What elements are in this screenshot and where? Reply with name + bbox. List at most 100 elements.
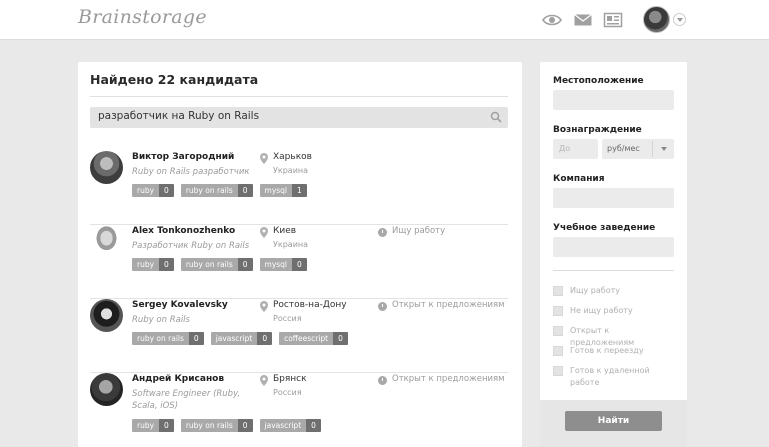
candidate-position: Software Engineer (Ruby, Scala, iOS) xyxy=(132,389,241,411)
candidate-card[interactable]: Alex Tonkonozhenko Разработчик Ruby on R… xyxy=(90,225,508,299)
checkbox[interactable] xyxy=(553,286,563,296)
candidate-city: Ростов-на-Дону xyxy=(273,300,347,310)
filter-actions: Найти xyxy=(540,400,687,447)
skill-tags: ruby on rails 0 javascript 0 coffeescript 0 xyxy=(132,332,348,345)
checkbox[interactable] xyxy=(553,306,563,316)
skill-tag[interactable]: ruby on rails 0 xyxy=(180,419,253,432)
candidate-card[interactable]: Sergey Kovalevsky Ruby on Rails Ростов-н… xyxy=(90,299,508,373)
candidate-photo[interactable] xyxy=(90,225,123,258)
skill-tag[interactable]: ruby on rails 0 xyxy=(180,258,253,271)
skill-tag-name: ruby on rails xyxy=(180,419,238,432)
skill-tag[interactable]: ruby 0 xyxy=(132,184,174,197)
skill-tag-name: ruby xyxy=(132,419,160,432)
candidate-position: Ruby on Rails xyxy=(132,315,190,325)
newspaper-icon[interactable] xyxy=(603,12,623,28)
company-input[interactable] xyxy=(553,188,674,208)
skill-tags: ruby 0 ruby on rails 0 mysql 1 xyxy=(132,184,307,197)
school-input[interactable] xyxy=(553,237,674,257)
skill-tag[interactable]: javascript 0 xyxy=(210,332,273,345)
skill-tag[interactable]: ruby 0 xyxy=(132,419,174,432)
skill-tag-name: ruby on rails xyxy=(180,258,238,271)
filters-panel: Местоположение Вознаграждение До руб/мес… xyxy=(540,62,687,447)
candidate-status: Открыт к предложениям xyxy=(392,374,505,384)
checkbox-label: Не ищу работу xyxy=(570,306,633,315)
skill-tag-name: coffeescript xyxy=(279,332,334,345)
candidate-status: Открыт к предложениям xyxy=(392,300,505,310)
search-input-value: разработчик на Ruby on Rails xyxy=(98,110,260,122)
candidate-photo[interactable] xyxy=(90,151,123,184)
location-label: Местоположение xyxy=(553,76,644,86)
skill-tag[interactable]: ruby on rails 0 xyxy=(132,332,204,345)
skill-tag-name: mysql xyxy=(259,184,293,197)
filter-checkbox-not-looking[interactable]: Не ищу работу xyxy=(553,305,670,317)
divider xyxy=(553,270,674,271)
location-input[interactable] xyxy=(553,90,674,110)
skill-tag-name: javascript xyxy=(210,332,258,345)
checkbox-label: Ищу работу xyxy=(570,286,620,295)
skill-tag-count: 0 xyxy=(237,419,253,432)
skill-tag-count: 0 xyxy=(333,332,348,345)
skill-tag[interactable]: mysql 1 xyxy=(259,184,307,197)
candidate-name[interactable]: Виктор Загородний xyxy=(132,152,234,162)
skill-tag[interactable]: coffeescript 0 xyxy=(279,332,348,345)
skill-tag-name: ruby on rails xyxy=(132,332,189,345)
skill-tag[interactable]: ruby on rails 0 xyxy=(180,184,253,197)
skill-tag-count: 0 xyxy=(159,419,174,432)
skill-tag-count: 0 xyxy=(188,332,204,345)
candidate-card[interactable]: Виктор Загородний Ruby on Rails разработ… xyxy=(90,151,508,225)
skill-tags: ruby 0 ruby on rails 0 mysql 0 xyxy=(132,258,307,271)
salary-input-placeholder: До xyxy=(559,144,571,153)
skill-tags: ruby 0 ruby on rails 0 javascript 0 xyxy=(132,419,321,432)
checkbox-label: Готов к переезду xyxy=(570,346,644,355)
checkbox[interactable] xyxy=(553,326,563,336)
candidate-photo[interactable] xyxy=(90,373,123,406)
skill-tag-count: 0 xyxy=(306,419,321,432)
clock-icon xyxy=(378,228,387,237)
filter-checkbox-relocate[interactable]: Готов к переезду xyxy=(553,345,670,357)
location-pin-icon xyxy=(260,227,268,238)
candidate-position: Ruby on Rails разработчик xyxy=(132,167,250,177)
search-input[interactable]: разработчик на Ruby on Rails xyxy=(90,107,508,128)
filter-checkbox-remote[interactable]: Готов к удаленной работе xyxy=(553,365,670,389)
candidate-city: Киев xyxy=(273,226,297,236)
location-pin-icon xyxy=(260,301,268,312)
candidate-city: Брянск xyxy=(273,374,307,384)
skill-tag-count: 0 xyxy=(159,184,174,197)
search-icon[interactable] xyxy=(490,111,502,123)
candidate-country: Украина xyxy=(273,166,309,175)
checkbox[interactable] xyxy=(553,346,563,356)
skill-tag[interactable]: javascript 0 xyxy=(259,419,321,432)
results-title: Найдено 22 кандидата xyxy=(90,72,259,87)
user-menu-dropdown-icon[interactable] xyxy=(673,13,686,26)
mail-icon[interactable] xyxy=(573,12,593,28)
skill-tag-name: ruby xyxy=(132,184,160,197)
candidate-card[interactable]: Андрей Крисанов Software Engineer (Ruby,… xyxy=(90,373,508,447)
candidate-country: Россия xyxy=(273,314,302,323)
candidate-name[interactable]: Alex Tonkonozhenko xyxy=(132,226,235,236)
location-pin-icon xyxy=(260,153,268,164)
candidate-photo[interactable] xyxy=(90,299,123,332)
select-divider xyxy=(652,141,653,157)
skill-tag-count: 0 xyxy=(257,332,273,345)
user-avatar[interactable] xyxy=(643,6,670,33)
find-button[interactable]: Найти xyxy=(565,411,662,431)
top-navbar: Brainstorage xyxy=(0,0,769,40)
candidate-name[interactable]: Андрей Крисанов xyxy=(132,374,224,384)
skill-tag-name: mysql xyxy=(259,258,293,271)
skill-tag[interactable]: ruby 0 xyxy=(132,258,174,271)
filter-checkbox-looking[interactable]: Ищу работу xyxy=(553,285,670,297)
salary-input[interactable]: До xyxy=(553,139,598,159)
candidate-position: Разработчик Ruby on Rails xyxy=(132,241,250,251)
skill-tag-count: 0 xyxy=(292,258,307,271)
brainstorage-logo[interactable]: Brainstorage xyxy=(78,6,207,28)
eye-icon[interactable] xyxy=(542,12,562,28)
skill-tag[interactable]: mysql 0 xyxy=(259,258,307,271)
skill-tag-name: ruby xyxy=(132,258,160,271)
skill-tag-name: ruby on rails xyxy=(180,184,238,197)
skill-tag-count: 0 xyxy=(237,184,253,197)
salary-unit-select[interactable]: руб/мес xyxy=(602,139,674,159)
candidate-name[interactable]: Sergey Kovalevsky xyxy=(132,300,228,310)
location-pin-icon xyxy=(260,375,268,386)
checkbox[interactable] xyxy=(553,366,563,376)
salary-unit-value: руб/мес xyxy=(607,144,640,153)
